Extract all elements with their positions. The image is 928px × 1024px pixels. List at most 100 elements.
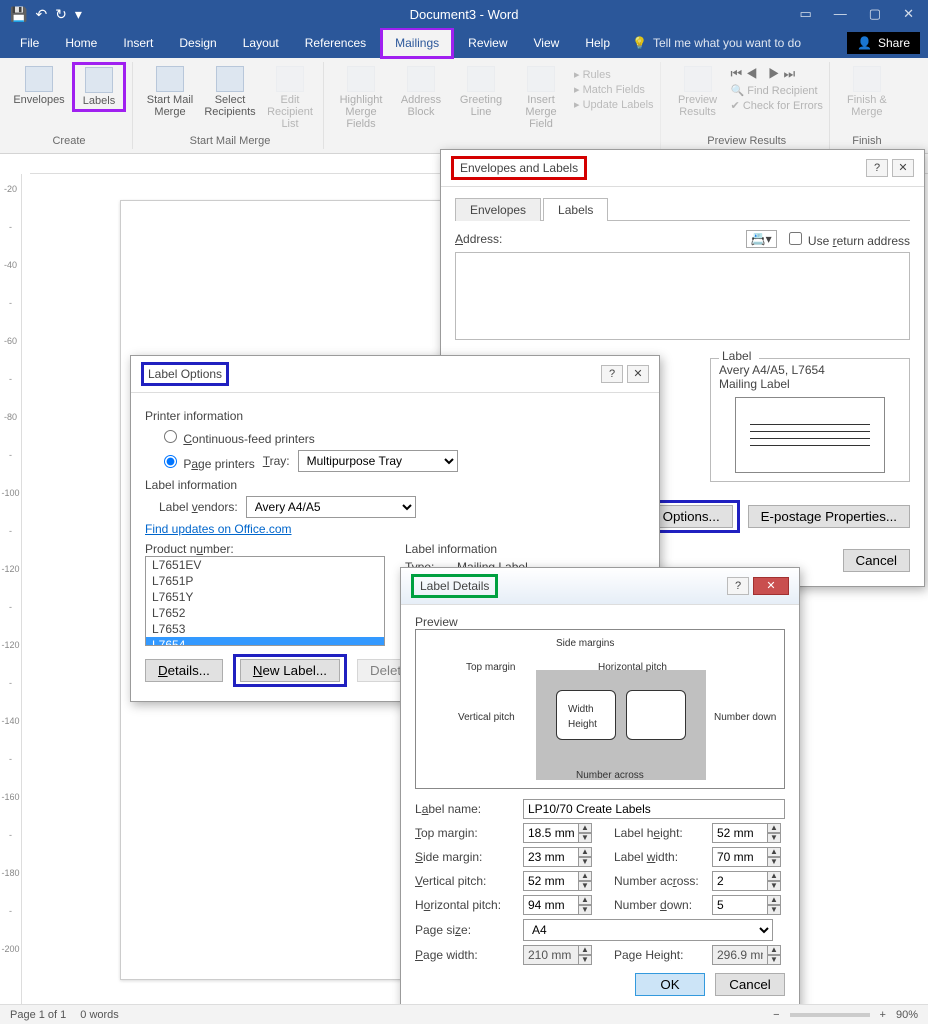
vertical-pitch-input[interactable]	[523, 871, 579, 891]
highlight-fields-button: Highlight Merge Fields	[334, 62, 388, 130]
redo-icon[interactable]: ↻	[55, 6, 67, 23]
greeting-line-button: Greeting Line	[454, 62, 508, 118]
help-icon[interactable]: ?	[727, 577, 749, 595]
tab-labels[interactable]: Labels	[543, 198, 608, 221]
tray-label: Tray:	[263, 454, 290, 468]
ribbon-options-icon[interactable]: ▭	[800, 6, 812, 22]
tab-view[interactable]: View	[522, 30, 572, 56]
page-size-select[interactable]: A4	[523, 919, 773, 941]
new-label-button[interactable]: New Label...	[240, 659, 340, 682]
close-icon[interactable]: ✕	[627, 365, 649, 383]
zoom-level[interactable]: 90%	[896, 1009, 918, 1021]
ribbon-group-create: Envelopes Labels Create	[6, 62, 133, 149]
ribbon-group-finish: Finish & Merge Finish	[834, 62, 900, 149]
close-icon[interactable]: ✕	[892, 159, 914, 177]
label-details-dialog: Label Details ?✕ Preview Side margins To…	[400, 567, 800, 1011]
label-diagram: Side margins Top margin Horizontal pitch…	[415, 629, 785, 789]
help-icon[interactable]: ?	[601, 365, 623, 383]
preview-results-button: Preview Results	[671, 62, 725, 118]
use-return-checkbox[interactable]: Use return address	[785, 229, 910, 248]
record-nav: ⏮ ◀ ▶ ⏭	[731, 66, 823, 82]
label-name-input[interactable]	[523, 799, 785, 819]
tab-references[interactable]: References	[293, 30, 378, 56]
preview-label: Preview	[415, 615, 785, 629]
label-group-title: Label	[719, 349, 759, 363]
side-margin-input[interactable]	[523, 847, 579, 867]
start-mail-merge-button[interactable]: Start Mail Merge	[143, 62, 197, 118]
word-count[interactable]: 0 words	[80, 1009, 119, 1021]
check-errors-button: ✔ Check for Errors	[731, 99, 823, 112]
ribbon-group-preview: Preview Results ⏮ ◀ ▶ ⏭ 🔍 Find Recipient…	[665, 62, 830, 149]
dialog-title-details: Label Details	[420, 579, 489, 593]
horizontal-pitch-input[interactable]	[523, 895, 579, 915]
tray-select[interactable]: Multipurpose Tray	[298, 450, 458, 472]
ribbon-group-write: Highlight Merge Fields Address Block Gre…	[328, 62, 661, 149]
options-button[interactable]: Options...	[650, 505, 733, 528]
vendors-select[interactable]: Avery A4/A5	[246, 496, 416, 518]
cancel-button[interactable]: Cancel	[843, 549, 911, 572]
page-height-input[interactable]	[712, 945, 768, 965]
contacts-icon[interactable]: 📇▾	[746, 230, 777, 248]
tab-home[interactable]: Home	[53, 30, 109, 56]
envelopes-button[interactable]: Envelopes	[12, 62, 66, 106]
tab-review[interactable]: Review	[456, 30, 519, 56]
zoom-slider[interactable]	[790, 1013, 870, 1017]
address-block-button: Address Block	[394, 62, 448, 118]
label-height-input[interactable]	[712, 823, 768, 843]
tab-layout[interactable]: Layout	[231, 30, 291, 56]
share-button[interactable]: 👤 Share	[847, 32, 920, 54]
page-printers-radio[interactable]: Page printers	[159, 452, 255, 471]
undo-icon[interactable]: ↶	[35, 6, 47, 23]
zoom-out-icon[interactable]: −	[773, 1009, 779, 1021]
help-icon[interactable]: ?	[866, 159, 888, 177]
product-number-label: Product number:	[145, 542, 385, 556]
ok-button[interactable]: OK	[635, 973, 705, 996]
tell-me[interactable]: 💡 Tell me what you want to do	[632, 36, 801, 50]
product-listbox[interactable]: L7651EV L7651P L7651Y L7652 L7653 L7654	[145, 556, 385, 646]
label-name-label: Label name:	[415, 802, 515, 816]
number-across-input[interactable]	[712, 871, 768, 891]
tab-help[interactable]: Help	[573, 30, 622, 56]
labels-button[interactable]: Labels	[72, 62, 126, 112]
details-button[interactable]: Details...	[145, 659, 223, 682]
status-bar: Page 1 of 1 0 words − + 90%	[0, 1004, 928, 1024]
label-vendor-text: Avery A4/A5, L7654	[719, 363, 901, 377]
continuous-feed-radio[interactable]: Continuous-feed printers	[159, 427, 315, 446]
rules-button: ▸ Rules	[574, 68, 654, 81]
minimize-icon[interactable]: —	[834, 6, 847, 22]
zoom-in-icon[interactable]: +	[880, 1009, 886, 1021]
page-width-input[interactable]	[523, 945, 579, 965]
dialog-title-envelopes: Envelopes and Labels	[460, 161, 578, 175]
close-icon[interactable]: ✕	[753, 577, 789, 595]
ruler-vertical: -20--40--60--80--100--120--120--140--160…	[0, 174, 22, 1004]
label-info-label: Label information	[145, 478, 645, 492]
label-type-text: Mailing Label	[719, 377, 901, 391]
printer-info-label: Printer information	[145, 409, 645, 423]
update-labels-button: ▸ Update Labels	[574, 98, 654, 111]
select-recipients-button[interactable]: Select Recipients	[203, 62, 257, 118]
tab-design[interactable]: Design	[167, 30, 228, 56]
close-icon[interactable]: ✕	[903, 6, 914, 22]
save-icon[interactable]: 💾	[10, 6, 27, 23]
address-label: AAddress:ddress:	[455, 232, 502, 246]
tab-file[interactable]: File	[8, 30, 51, 56]
maximize-icon[interactable]: ▢	[869, 6, 881, 22]
menubar: File Home Insert Design Layout Reference…	[0, 28, 928, 58]
tab-mailings[interactable]: Mailings	[380, 27, 454, 59]
window-title: Document3 - Word	[410, 7, 519, 22]
find-updates-link[interactable]: Find updates on Office.com	[145, 522, 292, 536]
qat-dropdown-icon[interactable]: ▾	[75, 6, 82, 23]
number-down-input[interactable]	[712, 895, 768, 915]
top-margin-input[interactable]	[523, 823, 579, 843]
address-textarea[interactable]	[455, 252, 910, 340]
dialog-title-options: Label Options	[148, 367, 222, 381]
tab-insert[interactable]: Insert	[111, 30, 165, 56]
insert-merge-field-button: Insert Merge Field	[514, 62, 568, 130]
tab-envelopes[interactable]: Envelopes	[455, 198, 541, 221]
cancel-button[interactable]: Cancel	[715, 973, 785, 996]
label-preview	[735, 397, 885, 473]
page-indicator[interactable]: Page 1 of 1	[10, 1009, 66, 1021]
label-width-input[interactable]	[712, 847, 768, 867]
epostage-button[interactable]: E-postage Properties...	[748, 505, 910, 528]
finish-merge-button: Finish & Merge	[840, 62, 894, 118]
